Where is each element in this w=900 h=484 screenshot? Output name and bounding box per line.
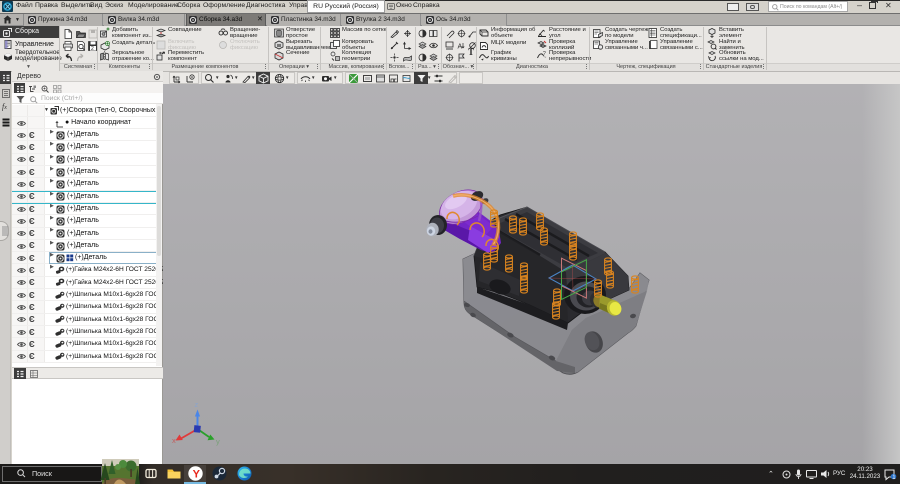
svg-text:z: z: [195, 400, 199, 409]
svg-text:Y: Y: [193, 468, 201, 480]
svg-text:2: 2: [91, 46, 94, 52]
svg-text:?: ?: [543, 51, 546, 57]
svg-text:y: y: [216, 437, 220, 446]
svg-text:A: A: [457, 44, 462, 51]
svg-text:x: x: [172, 436, 176, 445]
